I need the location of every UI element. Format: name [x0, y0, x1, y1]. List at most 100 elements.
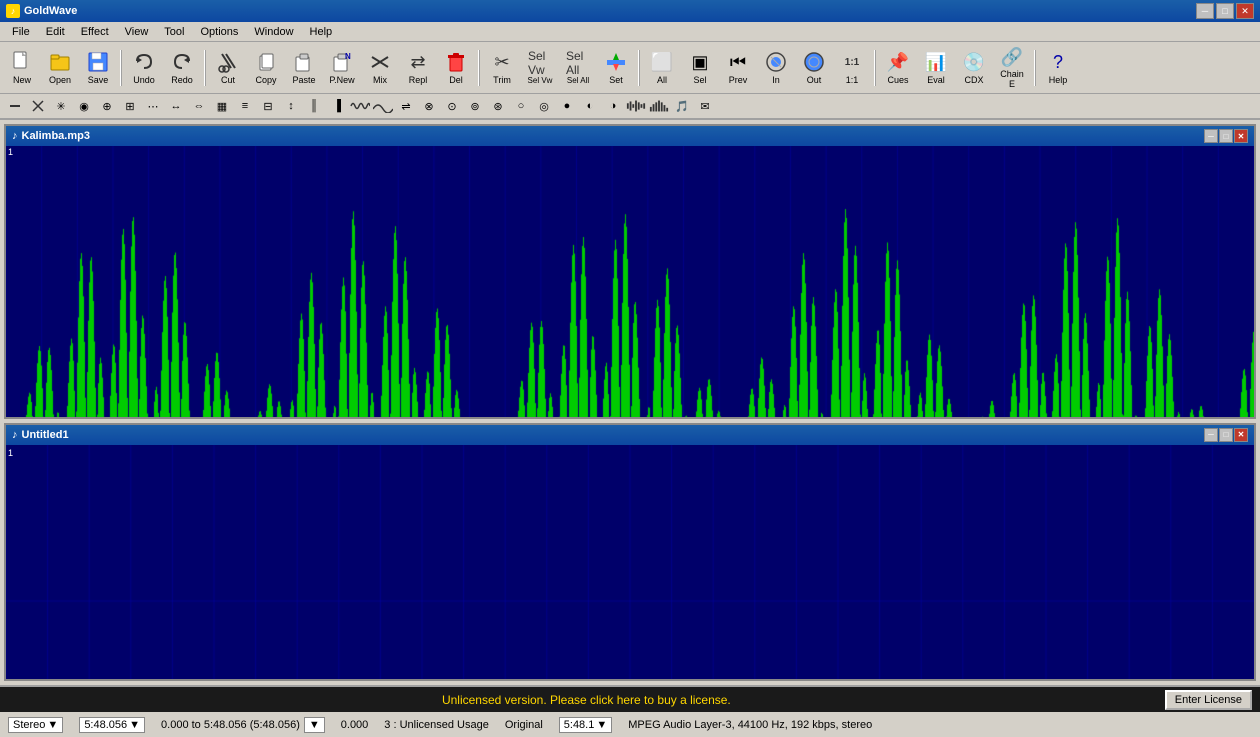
menu-edit[interactable]: Edit [38, 24, 73, 40]
btn-open[interactable]: Open [42, 45, 78, 91]
kalimba-waveform-container[interactable]: 1 1 [6, 146, 1254, 417]
tb2-dot-btn[interactable]: ⊙ [441, 95, 463, 117]
btn-prev[interactable]: ⏮ Prev [720, 45, 756, 91]
main-window-controls[interactable]: ─ □ ✕ [1196, 3, 1254, 19]
tb2-pipe-btn[interactable]: ║ [303, 95, 325, 117]
btn-set[interactable]: Set [598, 45, 634, 91]
menu-tool[interactable]: Tool [156, 24, 192, 40]
tb2-cross-btn[interactable] [27, 95, 49, 117]
tb2-half-btn[interactable]: ▐ [326, 95, 348, 117]
btn-sel[interactable]: ▣ Sel [682, 45, 718, 91]
channel-mode-arrow[interactable]: ▼ [47, 719, 58, 731]
menu-options[interactable]: Options [192, 24, 246, 40]
btn-pnew[interactable]: N P.New [324, 45, 360, 91]
btn-pnew-label: P.New [329, 75, 354, 85]
btn-help[interactable]: ? Help [1040, 45, 1076, 91]
tb2-half-circle-btn[interactable]: ◐ [579, 95, 601, 117]
tb2-dots-btn[interactable]: ⋯ [142, 95, 164, 117]
tb2-double-ring-btn[interactable]: ⊚ [464, 95, 486, 117]
file-duration-dropdown[interactable]: 5:48.1 ▼ [559, 717, 612, 733]
tb2-lines-btn[interactable]: ≡ [234, 95, 256, 117]
btn-paste[interactable]: Paste [286, 45, 322, 91]
tb2-star-ring-btn[interactable]: ⊛ [487, 95, 509, 117]
untitled-minimize-btn[interactable]: ─ [1204, 428, 1218, 442]
btn-cut[interactable]: Cut [210, 45, 246, 91]
btn-selall[interactable]: Sel All Sel All [560, 45, 596, 91]
untitled-ch1-canvas[interactable] [6, 445, 1254, 679]
main-minimize-btn[interactable]: ─ [1196, 3, 1214, 19]
btn-cdx[interactable]: 💿 CDX [956, 45, 992, 91]
btn-in[interactable]: In [758, 45, 794, 91]
tb2-circle-btn[interactable]: ◉ [73, 95, 95, 117]
btn-del[interactable]: Del [438, 45, 474, 91]
tb2-ring-btn[interactable]: ⊗ [418, 95, 440, 117]
kalimba-ch1-canvas[interactable] [6, 146, 1254, 417]
btn-trim[interactable]: ✂ Trim [484, 45, 520, 91]
tb2-exchange-btn[interactable]: ⇔ [188, 95, 210, 117]
tb2-bullseye-btn[interactable]: ◎ [533, 95, 555, 117]
menu-file[interactable]: File [4, 24, 38, 40]
btn-copy[interactable]: Copy [248, 45, 284, 91]
btn-mix[interactable]: Mix [362, 45, 398, 91]
btn-selvw[interactable]: Sel Vw Sel Vw [522, 45, 558, 91]
tb2-half-circle2-btn[interactable]: ◑ [602, 95, 624, 117]
channel-mode-dropdown[interactable]: Stereo ▼ [8, 717, 63, 733]
untitled-window-controls[interactable]: ─ □ ✕ [1204, 428, 1248, 442]
menu-window[interactable]: Window [246, 24, 301, 40]
tb2-updown-btn[interactable]: ↕ [280, 95, 302, 117]
tb2-arrows-btn[interactable]: ↔ [165, 95, 187, 117]
btn-eval[interactable]: 📊 Eval [918, 45, 954, 91]
tb2-mail-btn[interactable]: ✉ [694, 95, 716, 117]
kalimba-channels: 1 1 [6, 146, 1254, 417]
tb2-minus-btn[interactable]: ⊟ [257, 95, 279, 117]
tb2-music-btn[interactable]: 🎵 [671, 95, 693, 117]
tb2-wave-btn[interactable] [349, 95, 371, 117]
kalimba-minimize-btn[interactable]: ─ [1204, 129, 1218, 143]
kalimba-close-btn[interactable]: ✕ [1234, 129, 1248, 143]
btn-redo[interactable]: Redo [164, 45, 200, 91]
btn-repl[interactable]: ⇄ Repl [400, 45, 436, 91]
btn-save-label: Save [88, 75, 109, 85]
menu-help[interactable]: Help [302, 24, 341, 40]
selection-arrow[interactable]: ▼ [309, 719, 320, 731]
selection-format-dropdown[interactable]: ▼ [304, 717, 325, 733]
menu-effect[interactable]: Effect [73, 24, 117, 40]
menu-view[interactable]: View [117, 24, 157, 40]
untitled-close-btn[interactable]: ✕ [1234, 428, 1248, 442]
btn-chaine[interactable]: 🔗 Chain E [994, 45, 1030, 91]
kalimba-maximize-btn[interactable]: □ [1219, 129, 1233, 143]
tb2-cursor-btn[interactable] [4, 95, 26, 117]
main-maximize-btn[interactable]: □ [1216, 3, 1234, 19]
btn-all[interactable]: ⬜ All [644, 45, 680, 91]
license-bar[interactable]: Unlicensed version. Please click here to… [0, 687, 1260, 712]
tb2-grid-btn[interactable]: ⊞ [119, 95, 141, 117]
duration-arrow[interactable]: ▼ [129, 719, 140, 731]
btn-out[interactable]: Out [796, 45, 832, 91]
tb2-waveform-btn[interactable] [625, 95, 647, 117]
untitled-maximize-btn[interactable]: □ [1219, 428, 1233, 442]
duration-dropdown[interactable]: 5:48.056 ▼ [79, 717, 145, 733]
enter-license-button[interactable]: Enter License [1165, 690, 1252, 710]
btn-save[interactable]: Save [80, 45, 116, 91]
untitled-channel1[interactable]: 1 0 [6, 445, 1254, 679]
tb2-wave2-btn[interactable] [372, 95, 394, 117]
untitled-waveform-container[interactable]: 1 0 1 0 [6, 445, 1254, 679]
tb2-lr-btn[interactable]: ⇌ [395, 95, 417, 117]
btn-new[interactable]: New [4, 45, 40, 91]
btn-undo[interactable]: Undo [126, 45, 162, 91]
btn-cues[interactable]: 📌 Cues [880, 45, 916, 91]
btn-11[interactable]: 1:1 1:1 [834, 45, 870, 91]
tb2-spectrum-btn[interactable] [648, 95, 670, 117]
tb2-block-btn[interactable]: ▦ [211, 95, 233, 117]
file-duration-arrow[interactable]: ▼ [596, 719, 607, 731]
position-field: 0.000 [341, 719, 369, 731]
kalimba-window-controls[interactable]: ─ □ ✕ [1204, 129, 1248, 143]
tb2-asterisk-btn[interactable]: ✳ [50, 95, 72, 117]
main-close-btn[interactable]: ✕ [1236, 3, 1254, 19]
tb2-plus-btn[interactable]: ⊕ [96, 95, 118, 117]
tb2-open-circle-btn[interactable]: ○ [510, 95, 532, 117]
tb2-filled-circle-btn[interactable]: ● [556, 95, 578, 117]
license-text[interactable]: Unlicensed version. Please click here to… [8, 693, 1165, 707]
kalimba-channel1[interactable]: 1 [6, 146, 1254, 417]
toolbar-sep-4 [638, 50, 640, 86]
